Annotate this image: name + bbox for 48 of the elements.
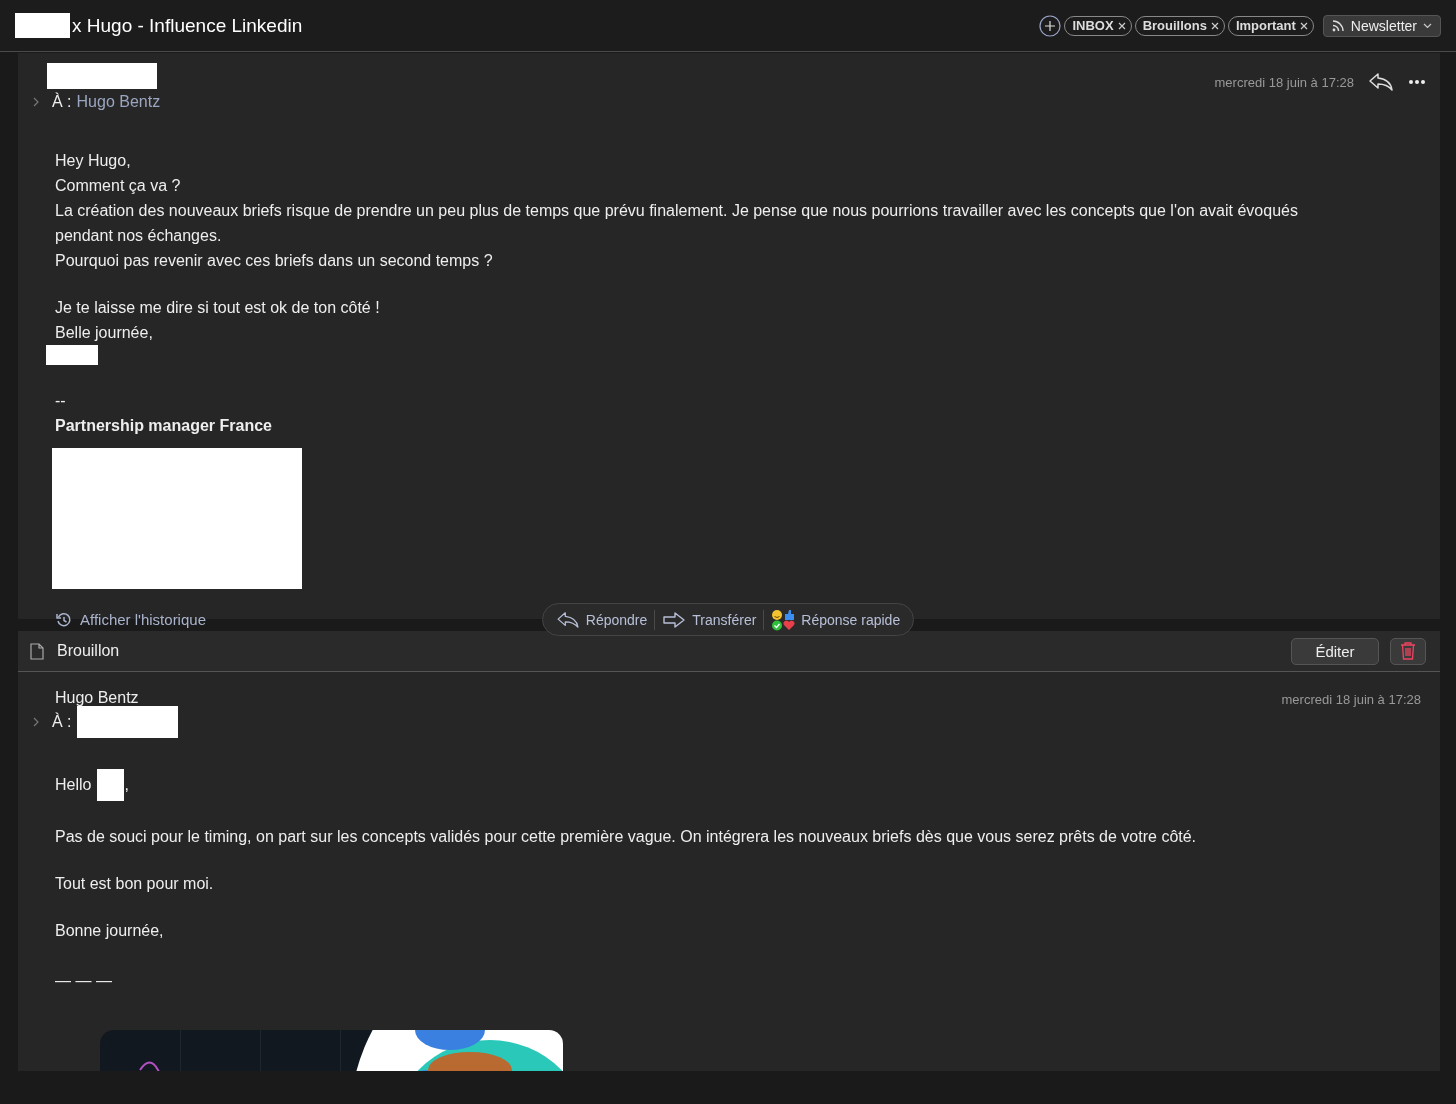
document-icon: [30, 642, 44, 660]
history-icon[interactable]: [56, 611, 72, 628]
add-icon[interactable]: [1039, 14, 1062, 37]
sender-name: Hugo Bentz: [55, 689, 139, 706]
signature-title: Partnership manager France: [55, 416, 273, 436]
recipient-name[interactable]: Hugo Bentz: [76, 93, 161, 111]
body-text: Bonne journée,: [55, 921, 165, 941]
body-text: Je te laisse me dire si tout est ok de ton côté !: [55, 298, 381, 318]
reply-icon[interactable]: [1368, 72, 1394, 92]
edit-button[interactable]: Éditer: [1291, 637, 1379, 665]
quick-reply-button[interactable]: Réponse rapide: [764, 608, 908, 631]
body-text: Hello: [55, 775, 92, 795]
redaction-block: [46, 345, 98, 365]
chevron-right-icon[interactable]: [33, 717, 39, 727]
body-text: Comment ça va ?: [55, 176, 182, 196]
chevron-down-icon: [1423, 22, 1432, 29]
body-text: ,: [124, 775, 129, 795]
history-link[interactable]: Afficher l'historique: [80, 611, 206, 628]
body-text: Pas de souci pour le timing, on part sur les concepts validés pour cette première vague. On intégrera les nouveaux briefs dès que vous serez prêts de votre côté.: [55, 827, 1198, 847]
chevron-right-icon[interactable]: [33, 97, 39, 107]
body-text: --: [55, 391, 67, 411]
body-text: Hey Hugo,: [55, 151, 132, 171]
newsletter-dropdown[interactable]: Newsletter: [1322, 14, 1441, 37]
signature-separator: — — —: [55, 971, 113, 991]
more-icon[interactable]: [1408, 79, 1426, 85]
redaction-block: [97, 769, 125, 801]
redaction-block: [15, 13, 70, 38]
message-date: mercredi 18 juin à 17:28: [1281, 692, 1421, 707]
body-text: Pourquoi pas revenir avec ces briefs dans un second temps ?: [55, 251, 494, 271]
window-title: x Hugo - Influence Linkedin: [72, 14, 303, 37]
delete-button[interactable]: [1390, 637, 1426, 665]
reply-icon: [555, 610, 580, 629]
body-text: La création des nouveaux briefs risque de prendre un peu plus de temps que prévu finalement. Je pense que nous pourrions travailler avec les concepts que l'on avait évoqués pendant nos échanges.: [55, 201, 1299, 246]
message-date: mercredi 18 juin à 17:28: [1214, 74, 1354, 90]
emoji-icon: [771, 608, 796, 631]
body-text: Belle journée,: [55, 323, 154, 343]
close-icon[interactable]: [1299, 21, 1308, 30]
body-text: Tout est bon pour moi.: [55, 874, 215, 894]
forward-button[interactable]: Transférer: [655, 610, 764, 629]
to-label: À :: [52, 713, 72, 731]
draft-title: Brouillon: [57, 642, 121, 660]
trash-icon: [1400, 642, 1416, 660]
to-label: À :: [52, 93, 72, 111]
feed-icon: [1331, 19, 1345, 32]
reply-button[interactable]: Répondre: [548, 610, 655, 629]
close-icon[interactable]: [1210, 21, 1219, 30]
close-icon[interactable]: [1117, 21, 1126, 30]
forward-icon: [662, 610, 687, 629]
